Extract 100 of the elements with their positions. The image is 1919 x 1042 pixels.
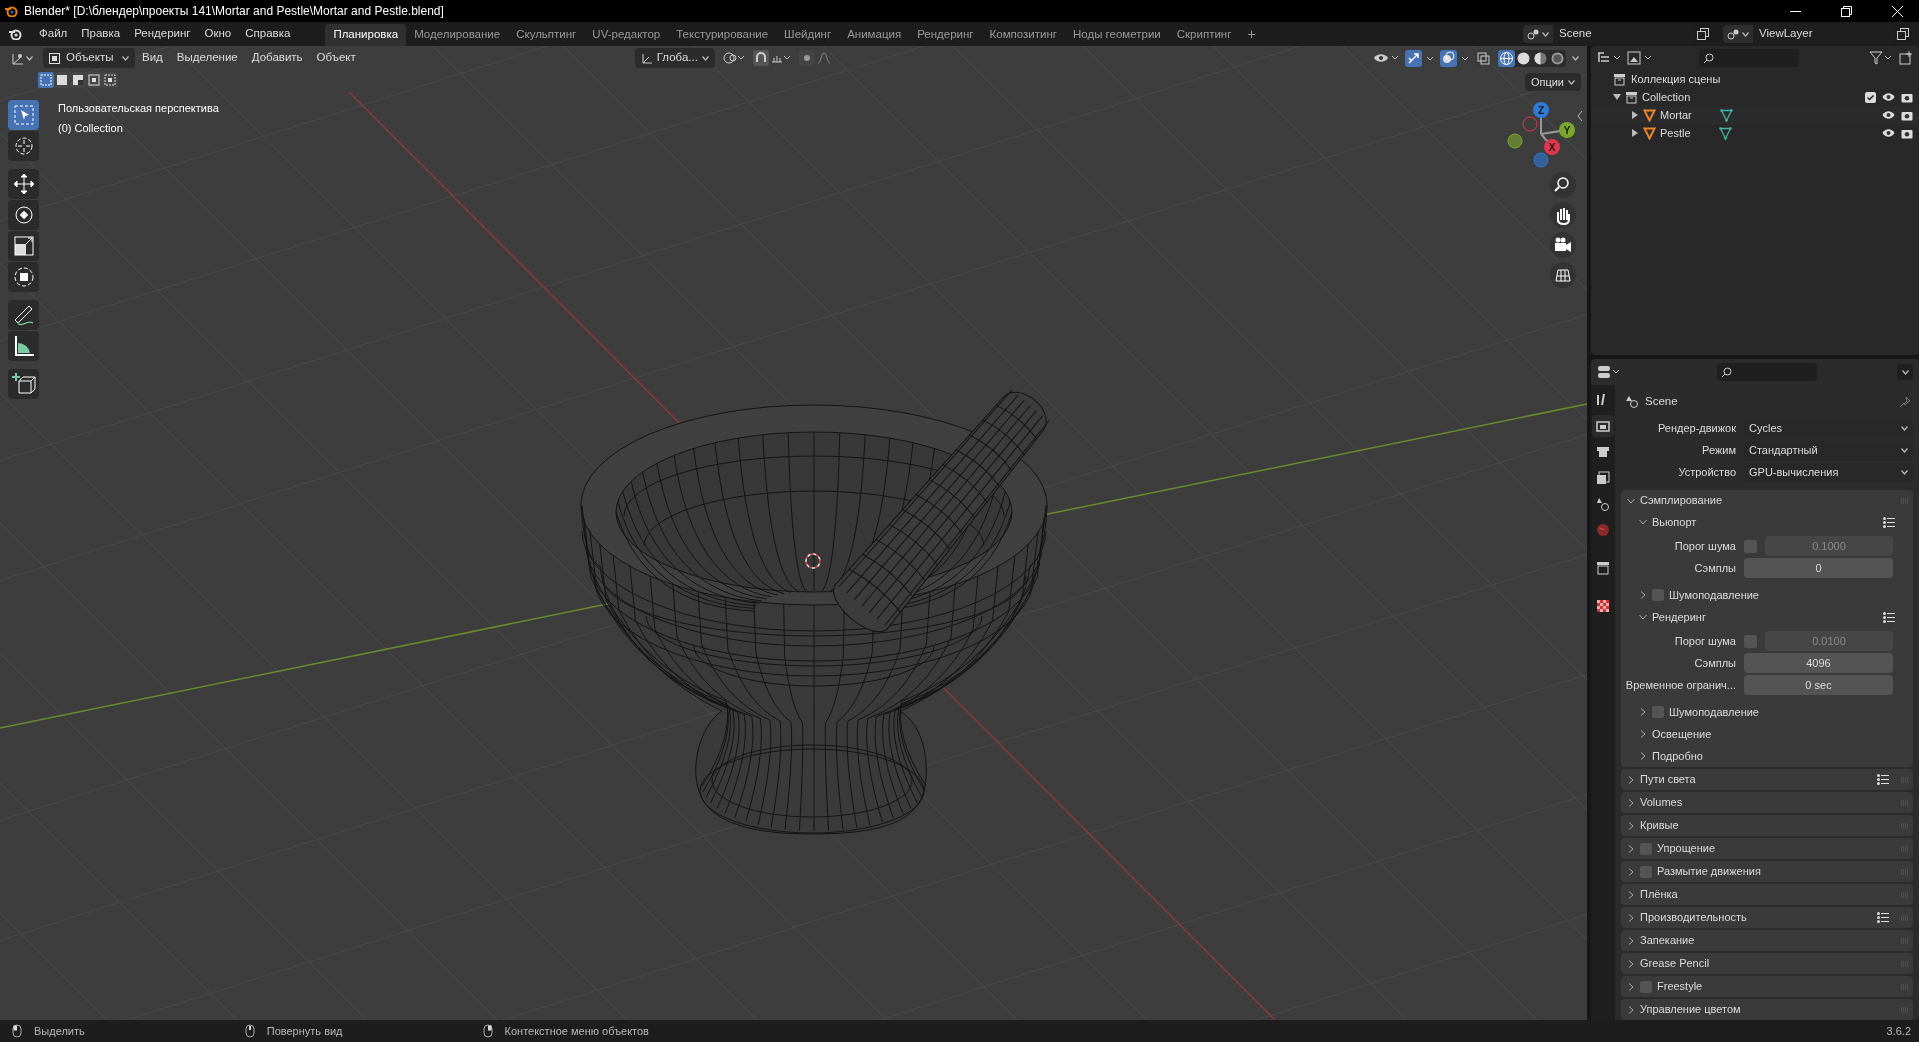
panel-header[interactable]: Grease Pencil [1621, 953, 1913, 974]
search-field[interactable] [1699, 49, 1799, 67]
workspace-tab[interactable]: Анимация [839, 24, 910, 46]
panel-header[interactable]: Освещение [1621, 723, 1913, 745]
axis-button[interactable]: Y [1559, 122, 1575, 138]
outliner-item[interactable]: Mortar [1660, 106, 1692, 124]
workspace-tab[interactable]: Планировка [325, 24, 407, 46]
menu-item[interactable]: Вид [135, 49, 170, 67]
editor-type-icon[interactable] [1597, 365, 1621, 379]
workspace-tab[interactable]: Текстурирование [668, 24, 777, 46]
axis-button[interactable]: Z [1533, 102, 1549, 118]
selection-mode-button[interactable] [86, 72, 102, 88]
search-field[interactable] [1717, 363, 1817, 381]
number-field[interactable]: 4096 [1744, 653, 1893, 673]
tool-button[interactable] [8, 200, 39, 230]
panel-header[interactable]: Сэмплирование [1621, 490, 1913, 511]
rendered-shading-button[interactable] [1549, 49, 1566, 67]
checkbox[interactable] [1744, 634, 1757, 648]
workspace-tab[interactable]: Рендеринг [909, 24, 982, 46]
panel-header[interactable]: Пути света [1621, 769, 1913, 790]
eye-icon[interactable] [1882, 128, 1895, 138]
checkbox[interactable] [1652, 706, 1664, 718]
restore-icon[interactable] [1841, 5, 1852, 17]
panel-header[interactable]: Производительность [1621, 907, 1913, 928]
menu-item[interactable]: Справка [238, 25, 298, 43]
checkbox[interactable] [1652, 589, 1664, 601]
panel-header[interactable]: Рендеринг [1621, 606, 1913, 628]
render-tab[interactable] [1592, 415, 1614, 437]
scene-button[interactable] [1523, 25, 1553, 43]
panel-header[interactable]: Freestyle [1621, 976, 1913, 997]
eye-icon[interactable] [1882, 92, 1895, 102]
presets-list-icon[interactable] [1883, 611, 1895, 623]
camera-icon[interactable] [1901, 91, 1913, 103]
checkbox[interactable] [1744, 539, 1757, 553]
presets-list-icon[interactable] [1877, 912, 1889, 923]
new-copy-icon[interactable] [1897, 28, 1909, 40]
number-field[interactable]: 0 sec [1744, 675, 1893, 695]
workspace-tab[interactable]: Ноды геометрии [1065, 24, 1169, 46]
dropdown-field[interactable]: Cycles [1744, 418, 1913, 439]
negative-axis-icon[interactable] [1507, 133, 1523, 149]
gizmo-toggle[interactable] [1405, 49, 1434, 67]
panel-header[interactable]: Кривые [1621, 815, 1913, 836]
camera-icon[interactable] [1901, 109, 1913, 121]
checkbox[interactable] [1640, 865, 1652, 878]
view-layer-button[interactable] [1723, 25, 1753, 43]
pin-icon[interactable] [1899, 395, 1911, 408]
number-field[interactable]: 0 [1744, 558, 1893, 578]
menu-item[interactable]: Правка [74, 25, 128, 43]
orientation-dropdown[interactable]: Глоба... [634, 48, 715, 68]
workspace-tab[interactable]: Моделирование [406, 24, 509, 46]
panel-header[interactable]: Шумоподавление [1621, 584, 1913, 606]
checkbox[interactable] [1640, 980, 1652, 993]
pivot-icon[interactable] [722, 51, 745, 65]
panel-header[interactable]: Volumes [1621, 792, 1913, 813]
zoom-icon[interactable] [1550, 172, 1576, 198]
axis-button[interactable]: X [1544, 139, 1560, 155]
dropdown-field[interactable]: Стандартный [1744, 440, 1913, 461]
selection-mode-button[interactable] [70, 72, 86, 88]
outliner-item[interactable]: Pestle [1660, 124, 1691, 142]
close-icon[interactable] [1892, 5, 1903, 17]
camera-icon[interactable] [1901, 127, 1913, 139]
presets-list-icon[interactable] [1883, 516, 1895, 528]
new-collection-icon[interactable] [1899, 51, 1913, 65]
panel-header[interactable]: Плёнка [1621, 884, 1913, 905]
expand-arrow-icon[interactable] [1631, 111, 1639, 119]
tool-button[interactable] [8, 331, 39, 361]
filter-icon[interactable] [1869, 51, 1893, 65]
panel-header[interactable]: Шумоподавление [1621, 701, 1913, 723]
tool-button[interactable] [8, 369, 39, 399]
outliner-item[interactable]: Collection [1642, 88, 1691, 106]
expand-arrow-icon[interactable] [1631, 129, 1639, 137]
workspace-tab[interactable]: Шейдинг [776, 24, 840, 46]
snap-icon[interactable] [752, 50, 791, 66]
workspace-tab[interactable]: Скриптинг [1168, 24, 1240, 46]
checkbox[interactable] [1865, 91, 1876, 103]
panel-header[interactable]: Упрощение [1621, 838, 1913, 859]
grid-view-icon[interactable] [1550, 262, 1576, 288]
overlay-toggle[interactable] [1440, 49, 1469, 67]
menu-item[interactable]: Добавить [244, 49, 310, 67]
tool-button[interactable] [8, 169, 39, 199]
tool-button[interactable] [8, 231, 39, 261]
outliner-item[interactable]: Коллекция сцены [1631, 70, 1721, 88]
mode-dropdown[interactable]: Объекты [43, 48, 135, 68]
eye-icon[interactable] [1882, 110, 1895, 120]
checkbox[interactable] [1640, 842, 1652, 855]
add-workspace-button[interactable]: + [1239, 23, 1264, 45]
panel-header[interactable]: Размытие движения [1621, 861, 1913, 882]
menu-item[interactable]: Объект [309, 49, 363, 67]
menu-item[interactable]: Рендеринг [127, 25, 198, 43]
workspace-tab[interactable]: Скульптинг [508, 24, 585, 46]
new-copy-icon[interactable] [1697, 28, 1709, 40]
panel-header[interactable]: Подробно [1621, 745, 1913, 767]
camera-icon[interactable] [1550, 232, 1576, 258]
options-dropdown[interactable]: Опции [1524, 73, 1581, 91]
expand-arrow-icon[interactable] [1613, 93, 1621, 101]
wireframe-shading-button[interactable] [1498, 49, 1515, 67]
menu-item[interactable]: Выделение [169, 49, 245, 67]
tool-button[interactable] [8, 300, 39, 330]
dropdown-field[interactable]: GPU-вычисления [1744, 462, 1913, 483]
menu-item[interactable]: Файл [32, 25, 75, 43]
